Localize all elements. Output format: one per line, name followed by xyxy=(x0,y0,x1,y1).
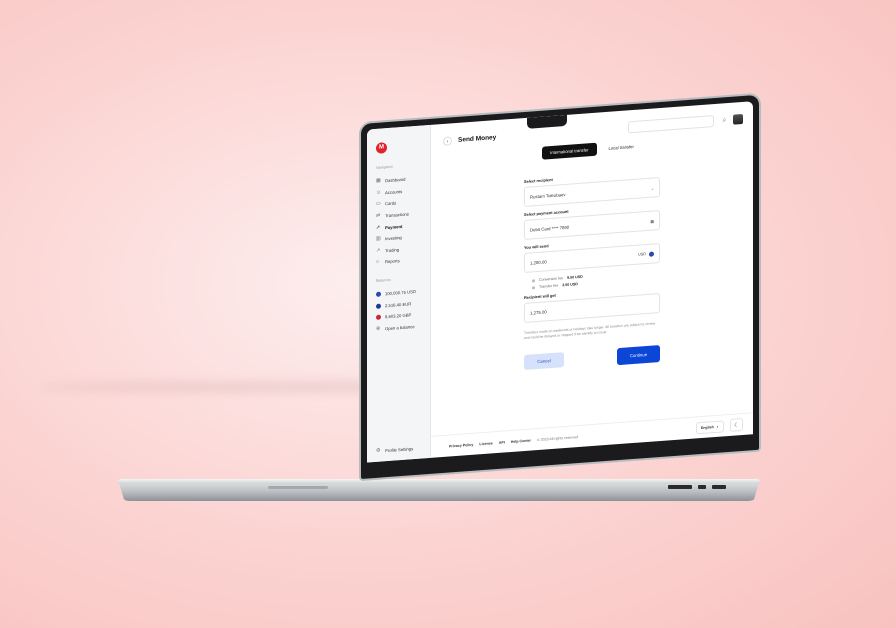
user-icon: ☺ xyxy=(376,189,382,196)
search-input[interactable] xyxy=(628,115,714,134)
sidebar-item-label: Cards xyxy=(385,200,397,207)
footer-link-privacy[interactable]: Privacy Policy xyxy=(449,442,473,448)
sidebar-item-label: Dashboard xyxy=(385,177,406,184)
balance-label: 8,603.20 GBP xyxy=(385,312,412,320)
sidebar-section-navigation: Navigation xyxy=(376,164,393,170)
us-flag-icon xyxy=(376,291,381,297)
laptop-base-top xyxy=(118,479,760,484)
port xyxy=(712,485,726,489)
footer-link-api[interactable]: API xyxy=(499,440,505,444)
globe-icon: ◐ xyxy=(716,424,719,429)
currency-code: USD xyxy=(637,252,646,257)
balance-label: 2,516.40 EUR xyxy=(385,300,412,308)
port xyxy=(698,485,706,489)
fee-value: 3.50 USD xyxy=(562,282,578,288)
port xyxy=(668,485,692,489)
uk-flag-icon xyxy=(376,314,381,321)
sidebar-item-label: Investing xyxy=(385,235,402,242)
copyright: © 2023 All rights reserved xyxy=(536,434,579,442)
page-title: Send Money xyxy=(458,133,497,144)
sidebar-section-balances: Balances xyxy=(376,277,391,283)
app-logo[interactable]: M xyxy=(376,142,387,154)
language-label: English xyxy=(700,424,714,430)
chevron-down-icon: ⌄ xyxy=(650,185,654,191)
send-money-form: Select recipient Rustam Toleubaev ⌄ Sele… xyxy=(524,169,660,372)
footer: Privacy Policy License API Help Center ©… xyxy=(431,412,753,458)
tab-local-transfer[interactable]: Local transfer xyxy=(601,139,642,155)
fee-label: Conversion fee xyxy=(539,276,564,282)
main-content: ‹ Send Money ♫ International transfer Lo… xyxy=(431,101,753,458)
language-selector[interactable]: English ◐ xyxy=(695,419,724,434)
currency-selector[interactable]: USD xyxy=(637,250,654,257)
sidebar: M Navigation ▦ Dashboard ☺ Accounts ▭ Ca… xyxy=(367,124,431,463)
laptop-ports xyxy=(668,485,726,489)
fee-label: Transfer fee xyxy=(539,283,559,289)
report-icon: ⌂ xyxy=(376,259,380,266)
theme-toggle-button[interactable]: ☾ xyxy=(730,417,743,432)
eu-flag-icon xyxy=(376,303,381,309)
recipient-value: Rustam Toleubaev xyxy=(530,191,566,200)
sidebar-item-label: Trading xyxy=(385,247,400,254)
laptop: M Navigation ▦ Dashboard ☺ Accounts ▭ Ca… xyxy=(118,94,768,508)
card-chip-icon: ▩ xyxy=(650,218,654,224)
bullet-icon xyxy=(532,285,535,289)
grid-icon: ▦ xyxy=(376,177,381,185)
laptop-lid-groove xyxy=(268,486,328,489)
us-flag-icon xyxy=(649,250,654,257)
sidebar-item-label: Payment xyxy=(385,223,403,230)
trend-icon: ↗ xyxy=(376,247,381,254)
recipient-gets-value: 1,275.00 xyxy=(530,308,547,316)
bullet-icon xyxy=(532,278,535,282)
avatar[interactable] xyxy=(733,113,743,125)
footer-link-license[interactable]: License xyxy=(479,441,492,446)
fee-value: 9.50 USD xyxy=(567,274,583,280)
open-balance-label: Open a balance xyxy=(385,323,415,332)
bell-icon[interactable]: ♫ xyxy=(719,117,729,124)
screen: M Navigation ▦ Dashboard ☺ Accounts ▭ Ca… xyxy=(367,101,753,463)
payment-account-value: Debit Card **** 7890 xyxy=(530,224,570,233)
footer-link-help[interactable]: Help Center xyxy=(511,438,531,443)
send-icon: ➚ xyxy=(376,224,381,231)
balance-label: 100,000.75 USD xyxy=(385,289,416,297)
gear-icon: ⚙ xyxy=(376,447,381,454)
sidebar-item-label: Accounts xyxy=(385,188,403,196)
continue-button[interactable]: Continue xyxy=(617,345,660,366)
cancel-button[interactable]: Cancel xyxy=(524,352,564,371)
arrows-icon: ⇄ xyxy=(376,212,381,219)
sidebar-item-label: Reports xyxy=(385,258,400,265)
open-balance-button[interactable]: ⊕ Open a balance xyxy=(373,320,424,335)
sidebar-item-label: Transactions xyxy=(385,211,409,219)
send-amount-value: 1,280.00 xyxy=(530,258,547,266)
transfer-note: Transfers made on weekends or holidays t… xyxy=(524,321,656,341)
moon-icon: ☾ xyxy=(734,422,739,429)
plus-circle-icon: ⊕ xyxy=(376,325,381,332)
profile-settings-link[interactable]: ⚙ Profile Settings xyxy=(376,446,413,454)
card-icon: ▭ xyxy=(376,201,381,208)
profile-settings-label: Profile Settings xyxy=(385,446,414,454)
sidebar-item-reports[interactable]: ⌂ Reports xyxy=(373,254,424,269)
chart-icon: ▥ xyxy=(376,235,381,243)
tab-international-transfer[interactable]: International transfer xyxy=(542,142,597,160)
back-button[interactable]: ‹ xyxy=(443,135,452,146)
chevron-left-icon: ‹ xyxy=(446,138,449,145)
laptop-lid: M Navigation ▦ Dashboard ☺ Accounts ▭ Ca… xyxy=(361,94,759,479)
form-actions: Cancel Continue xyxy=(524,345,660,372)
